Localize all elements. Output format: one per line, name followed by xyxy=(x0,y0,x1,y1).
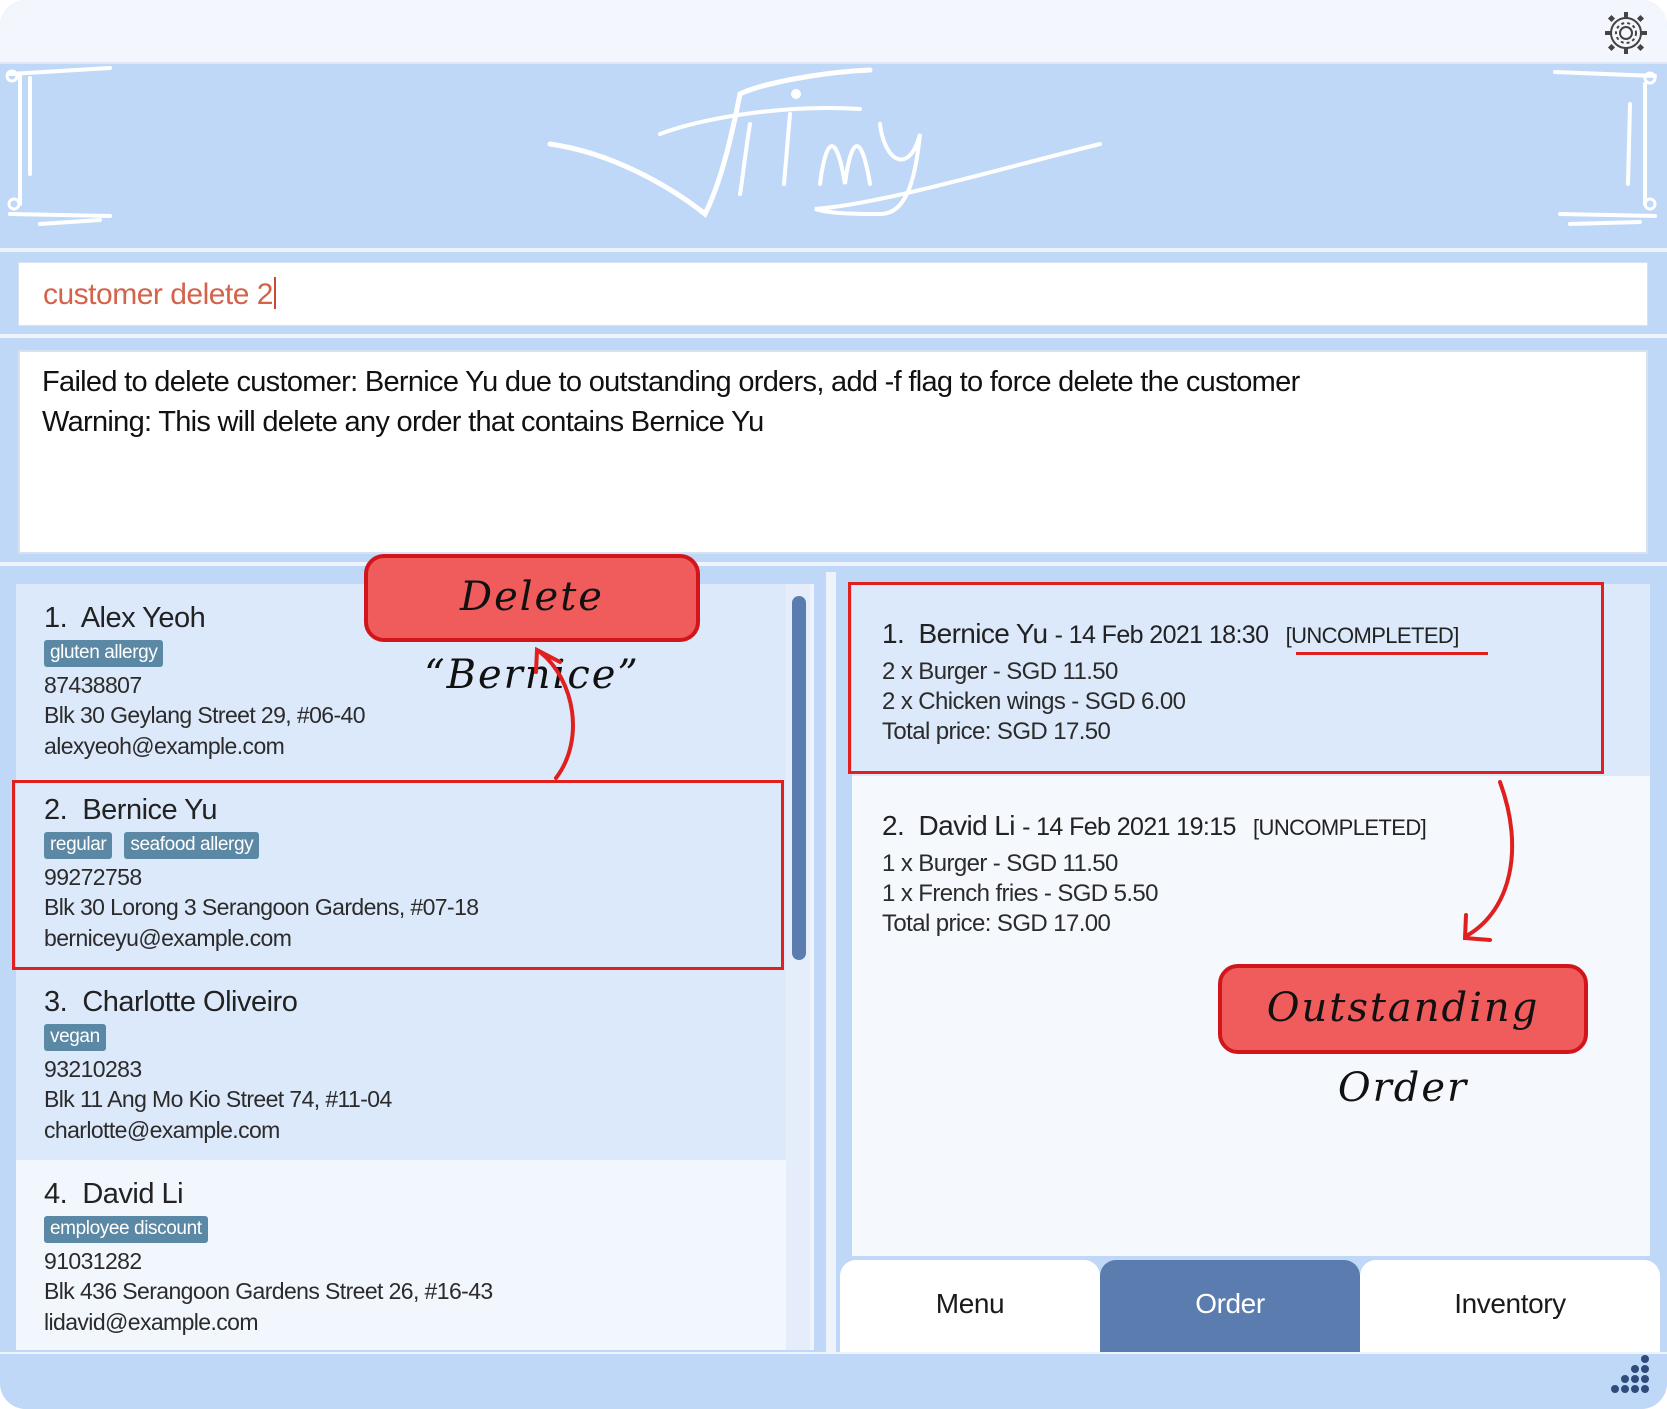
scrollbar-thumb[interactable] xyxy=(792,596,806,960)
customer-tag: gluten allergy xyxy=(44,640,164,667)
customer-address: Blk 30 Geylang Street 29, #06-40 xyxy=(44,702,366,728)
customer-address: Blk 11 Ang Mo Kio Street 74, #11-04 xyxy=(44,1086,392,1112)
customer-name: David Li xyxy=(82,1178,184,1210)
app-logo xyxy=(5,66,1657,226)
customer-card[interactable]: 3. Charlotte Oliveiro vegan 93210283 Blk… xyxy=(16,968,786,1160)
result-warning: Warning: This will delete any order that… xyxy=(42,406,764,438)
tag-list: gluten allergy xyxy=(44,640,164,667)
order-index: 2. xyxy=(882,810,905,841)
text-cursor xyxy=(273,277,276,309)
status-bar xyxy=(0,1352,1667,1409)
gear-icon[interactable] xyxy=(1603,10,1649,56)
order-datetime: - 14 Feb 2021 19:15 xyxy=(1022,813,1236,841)
highlight-bernice-customer xyxy=(12,780,784,970)
order-total: Total price: SGD 17.00 xyxy=(882,910,1111,937)
delete-annotation: Delete “Bernice” xyxy=(364,554,700,698)
divider xyxy=(0,334,1667,338)
order-item: 1 x Burger - SGD 11.50 xyxy=(882,850,1118,877)
order-status: [UNCOMPLETED] xyxy=(1253,815,1427,840)
order-customer: David Li xyxy=(918,810,1016,841)
tab-bar: Menu Order Inventory xyxy=(840,1256,1662,1352)
customer-index: 1. xyxy=(44,602,68,634)
command-input[interactable]: customer delete 2 xyxy=(18,262,1648,326)
customer-email: lidavid@example.com xyxy=(44,1309,259,1335)
status-underline xyxy=(1296,652,1488,655)
result-display: Failed to delete customer: Bernice Yu du… xyxy=(18,350,1648,554)
customer-name: Charlotte Oliveiro xyxy=(82,986,298,1018)
outstanding-order-annotation: Outstanding Order xyxy=(1218,964,1588,1111)
result-message: Failed to delete customer: Bernice Yu du… xyxy=(42,366,1300,398)
panel-divider[interactable] xyxy=(826,572,836,1352)
customer-tag: employee discount xyxy=(44,1216,208,1243)
customer-index: 4. xyxy=(44,1178,68,1210)
resize-grip-icon[interactable] xyxy=(1607,1351,1653,1397)
divider xyxy=(0,248,1667,252)
customer-email: alexyeoh@example.com xyxy=(44,733,285,759)
tab-menu[interactable]: Menu xyxy=(840,1260,1100,1352)
tag-list: vegan xyxy=(44,1024,106,1051)
customer-phone: 93210283 xyxy=(44,1056,142,1082)
app-window: customer delete 2 Failed to delete custo… xyxy=(0,0,1667,1409)
customer-card[interactable]: 4. David Li employee discount 91031282 B… xyxy=(16,1160,786,1350)
order-item: 1 x French fries - SGD 5.50 xyxy=(882,880,1159,907)
customer-name: Alex Yeoh xyxy=(80,602,206,634)
customer-index: 3. xyxy=(44,986,68,1018)
tag-list: employee discount xyxy=(44,1216,208,1243)
app-banner xyxy=(0,64,1667,250)
highlight-bernice-order xyxy=(848,582,1604,774)
customer-email: charlotte@example.com xyxy=(44,1117,280,1143)
customer-phone: 87438807 xyxy=(44,672,142,698)
tab-order[interactable]: Order xyxy=(1100,1260,1360,1352)
customer-tag: vegan xyxy=(44,1024,106,1051)
customer-address: Blk 436 Serangoon Gardens Street 26, #16… xyxy=(44,1278,493,1304)
divider xyxy=(0,562,1667,566)
menu-bar xyxy=(0,0,1667,64)
command-input-value: customer delete 2 xyxy=(43,278,273,311)
customer-phone: 91031282 xyxy=(44,1248,142,1274)
order-card[interactable]: 2. David Li - 14 Feb 2021 19:15 [UNCOMPL… xyxy=(852,776,1650,968)
tab-inventory[interactable]: Inventory xyxy=(1360,1260,1660,1352)
